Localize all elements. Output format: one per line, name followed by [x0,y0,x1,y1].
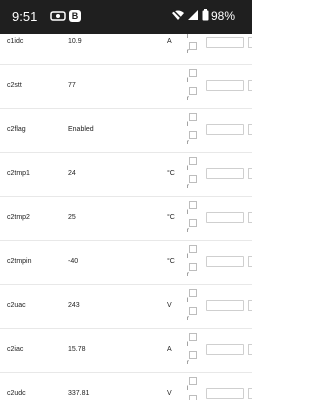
param-unit: °C [167,170,175,177]
read-label: l [187,122,189,128]
value-input[interactable] [206,37,244,48]
param-value: 243 [68,302,80,309]
value-input-secondary[interactable] [248,168,252,179]
value-input[interactable] [206,256,244,267]
battery-icon [202,9,209,21]
table-row: c2flag Enabled l r [0,109,252,153]
read-label: l [187,34,189,40]
param-unit: V [167,390,172,397]
write-label: r [187,49,189,55]
table-row: c2tmp1 24 °C l r [0,153,252,197]
write-checkbox[interactable] [189,263,197,271]
read-checkbox[interactable] [189,42,197,50]
param-value: 15.78 [68,346,86,353]
value-input-secondary[interactable] [248,212,252,223]
write-label: r [187,272,189,278]
param-value: 25 [68,214,76,221]
write-label: r [187,96,189,102]
param-name: c2tmp2 [7,214,30,221]
write-checkbox[interactable] [189,395,197,400]
table-row: c2uac 243 V l r [0,285,252,329]
param-value: 337.81 [68,390,90,397]
read-label: l [187,298,189,304]
table-row: c2tmpin -40 °C l r [0,241,252,285]
read-label: l [187,210,189,216]
read-checkbox[interactable] [189,289,197,297]
read-checkbox[interactable] [189,333,197,341]
write-label: r [187,140,189,146]
param-value: 10.9 [68,38,82,45]
table-row: c2udc 337.81 V l r [0,373,252,400]
param-name: c2tmpin [7,258,32,265]
value-input-secondary[interactable] [248,80,252,91]
app-badge-icon: B [69,10,81,22]
value-input-secondary[interactable] [248,344,252,355]
param-unit: A [167,346,172,353]
write-checkbox[interactable] [189,131,197,139]
read-checkbox[interactable] [189,245,197,253]
read-label: l [187,254,189,260]
value-input-secondary[interactable] [248,256,252,267]
read-checkbox[interactable] [189,377,197,385]
param-unit: V [167,302,172,309]
table-row: c2stt 77 l r [0,65,252,109]
write-checkbox[interactable] [189,87,197,95]
write-checkbox[interactable] [189,307,197,315]
read-checkbox[interactable] [189,201,197,209]
wifi-icon [172,9,184,21]
write-checkbox[interactable] [189,351,197,359]
param-value: -40 [68,258,79,265]
parameter-list: c1idc 10.9 A l r c2stt 77 l r c2flag Ena… [0,34,252,400]
read-checkbox[interactable] [189,69,197,77]
value-input[interactable] [206,80,244,91]
param-unit: °C [167,258,175,265]
param-value: 24 [68,170,76,177]
read-label: l [187,386,189,392]
write-label: r [187,184,189,190]
write-checkbox[interactable] [189,219,197,227]
value-input-secondary[interactable] [248,37,252,48]
param-name: c2flag [7,126,26,133]
param-value: Enabled [68,126,94,133]
read-label: l [187,78,189,84]
value-input[interactable] [206,344,244,355]
table-row: c2tmp2 25 °C l r [0,197,252,241]
read-label: l [187,166,189,172]
param-unit: °C [167,214,175,221]
param-name: c1idc [7,38,24,45]
notification-icon [50,11,66,21]
param-name: c2stt [7,82,22,89]
read-label: l [187,342,189,348]
param-name: c2uac [7,302,26,309]
table-row: c2iac 15.78 A l r [0,329,252,373]
value-input[interactable] [206,168,244,179]
param-name: c2udc [7,390,26,397]
write-label: r [187,316,189,322]
write-label: r [187,360,189,366]
value-input[interactable] [206,124,244,135]
value-input[interactable] [206,300,244,311]
value-input[interactable] [206,388,244,399]
write-checkbox[interactable] [189,175,197,183]
param-unit: A [167,38,172,45]
value-input[interactable] [206,212,244,223]
read-checkbox[interactable] [189,157,197,165]
value-input-secondary[interactable] [248,124,252,135]
value-input-secondary[interactable] [248,388,252,399]
param-value: 77 [68,82,76,89]
value-input-secondary[interactable] [248,300,252,311]
table-row: c1idc 10.9 A l r [0,34,252,65]
status-bar: 9:51 B 98% [0,0,252,34]
param-name: c2iac [7,346,24,353]
battery-percentage: 98% [211,9,236,23]
read-checkbox[interactable] [189,113,197,121]
status-time: 9:51 [12,9,38,24]
signal-icon [188,10,198,20]
param-name: c2tmp1 [7,170,30,177]
write-label: r [187,228,189,234]
